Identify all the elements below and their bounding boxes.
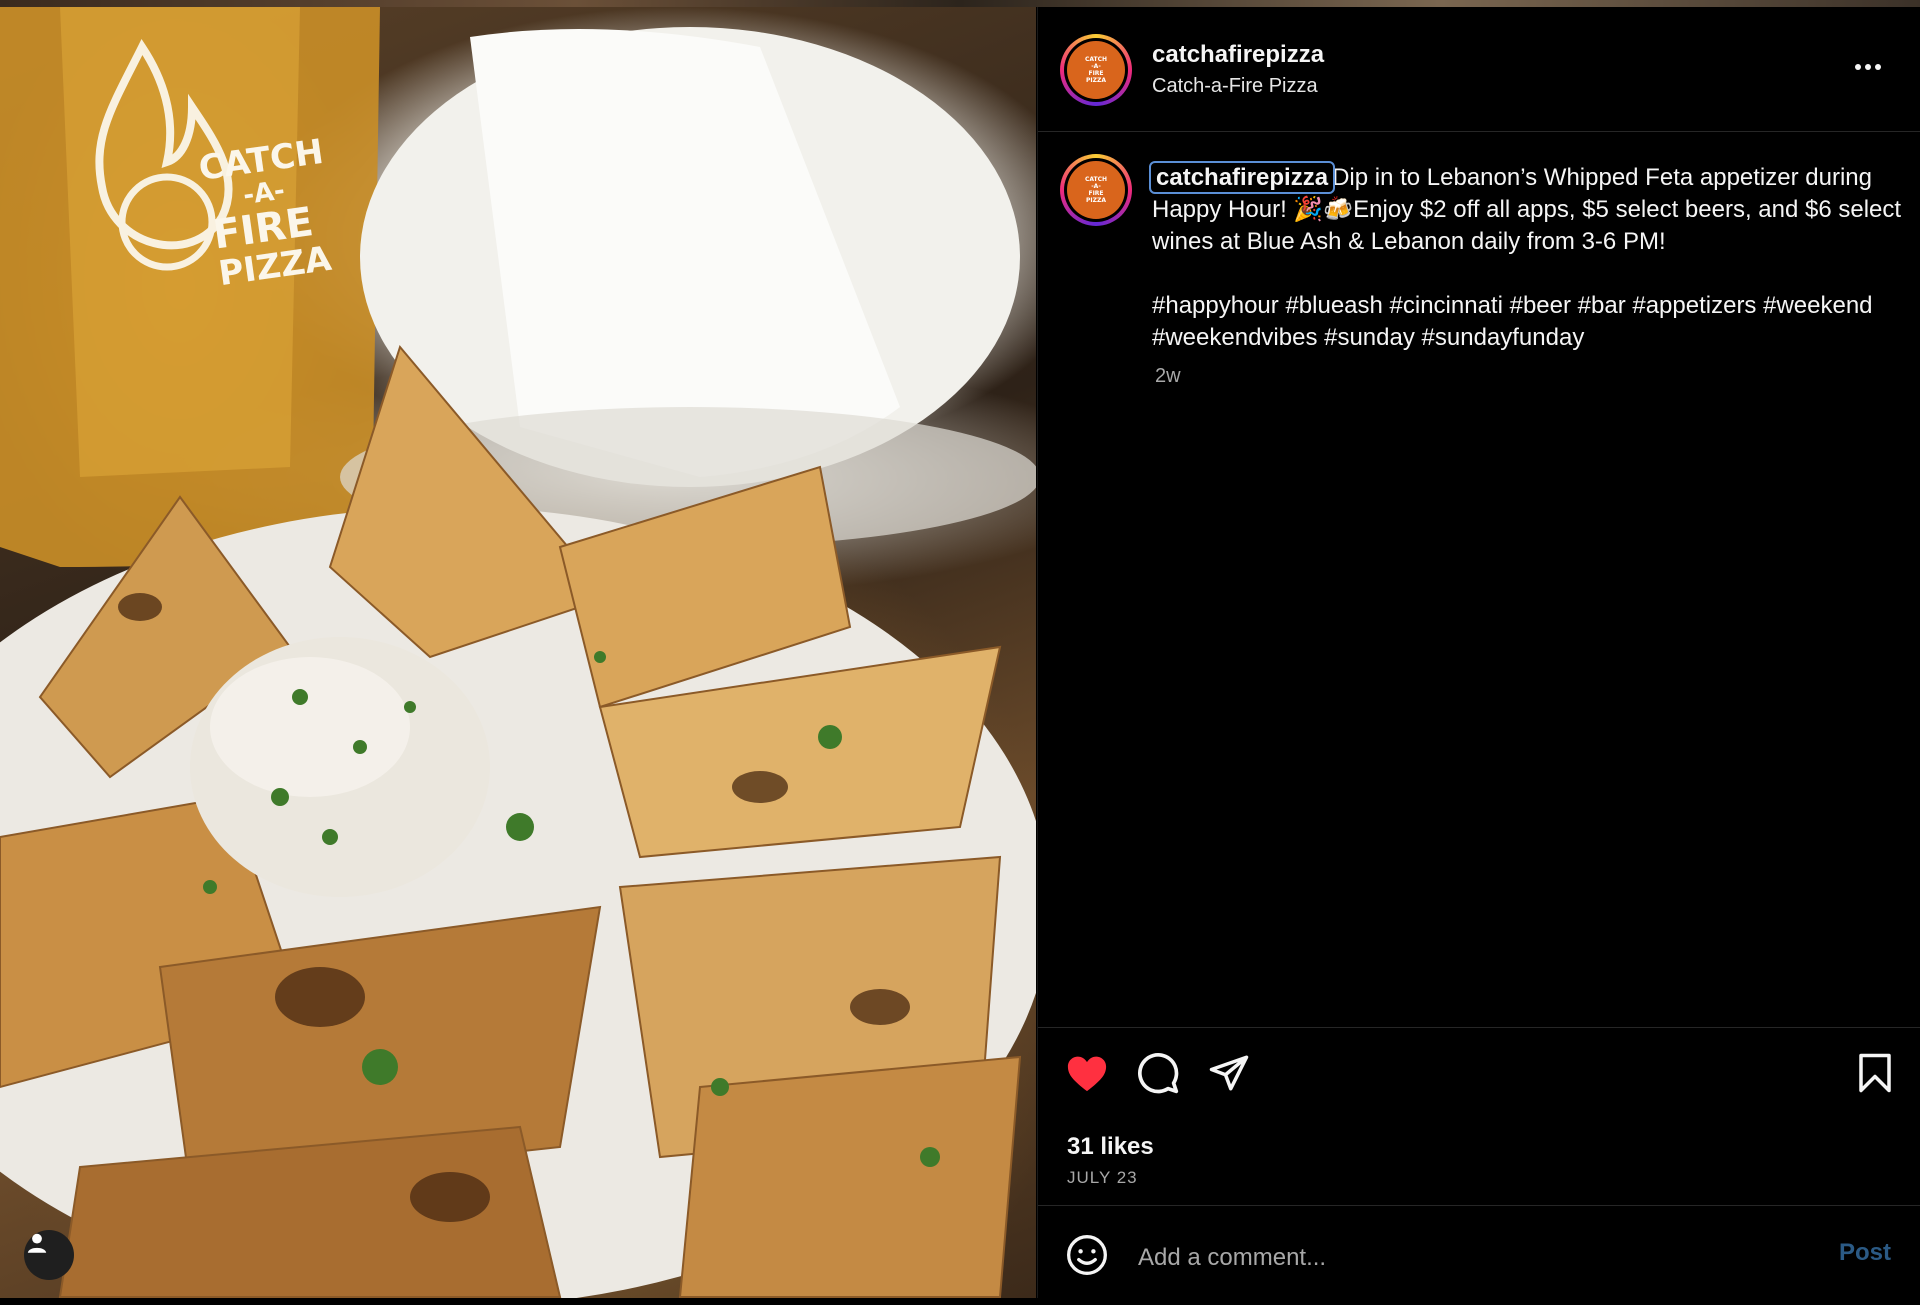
share-icon [1209, 1055, 1249, 1091]
heart-icon [1067, 1056, 1107, 1092]
divider [1038, 1205, 1920, 1206]
post-comment-button[interactable]: Post [1839, 1239, 1891, 1267]
logo-line-1: CATCH [1084, 56, 1108, 63]
caption-hashtags[interactable]: #happyhour #blueash #cincinnati #beer #b… [1152, 290, 1902, 354]
save-button[interactable] [1852, 1050, 1898, 1096]
comment-icon [1138, 1053, 1179, 1094]
logo-line-3: FIRE [1088, 70, 1104, 77]
caption-username[interactable]: catchafirepizza [1148, 161, 1336, 194]
share-button[interactable] [1206, 1050, 1252, 1096]
photo-illustration: CATCH -A- FIRE PIZZA [0, 7, 1036, 1298]
brand-logo: CATCH -A- FIRE PIZZA [1067, 41, 1125, 99]
post-date: JULY 23 [1067, 1168, 1138, 1187]
more-options-button[interactable] [1848, 57, 1888, 77]
logo-line-3: FIRE [1088, 190, 1104, 197]
bookmark-icon [1859, 1053, 1891, 1093]
logo-line-2: -A- [1091, 63, 1101, 70]
caption: catchafirepizza Dip in to Lebanon’s Whipp… [1148, 161, 1902, 354]
user-tag-button[interactable] [24, 1230, 74, 1280]
more-icon [1855, 64, 1881, 70]
header-display-name[interactable]: Catch-a-Fire Pizza [1152, 75, 1318, 98]
comment-input[interactable] [1136, 1239, 1740, 1277]
post-panel: CATCH -A- FIRE PIZZA catchafirepizza Cat… [1037, 7, 1920, 1298]
like-count[interactable]: 31 likes [1067, 1133, 1154, 1161]
emoji-button[interactable] [1065, 1233, 1109, 1277]
caption-timestamp[interactable]: 2w [1155, 365, 1181, 388]
header-avatar[interactable]: CATCH -A- FIRE PIZZA [1060, 34, 1132, 106]
header-username[interactable]: catchafirepizza [1152, 41, 1324, 69]
brand-logo: CATCH -A- FIRE PIZZA [1067, 161, 1125, 219]
logo-line-2: -A- [1091, 183, 1101, 190]
post-photo[interactable]: CATCH -A- FIRE PIZZA [0, 7, 1036, 1298]
post-header: CATCH -A- FIRE PIZZA catchafirepizza Cat… [1038, 7, 1920, 132]
logo-line-4: PIZZA [1086, 197, 1106, 204]
comment-button[interactable] [1135, 1050, 1181, 1096]
background-strip [0, 0, 1920, 7]
logo-line-1: CATCH [1084, 176, 1108, 183]
emoji-icon [1067, 1235, 1107, 1275]
logo-line-4: PIZZA [1086, 77, 1106, 84]
caption-avatar[interactable]: CATCH -A- FIRE PIZZA [1060, 154, 1132, 226]
divider [1038, 1027, 1920, 1028]
user-icon [27, 1233, 47, 1253]
like-button[interactable] [1064, 1050, 1110, 1096]
